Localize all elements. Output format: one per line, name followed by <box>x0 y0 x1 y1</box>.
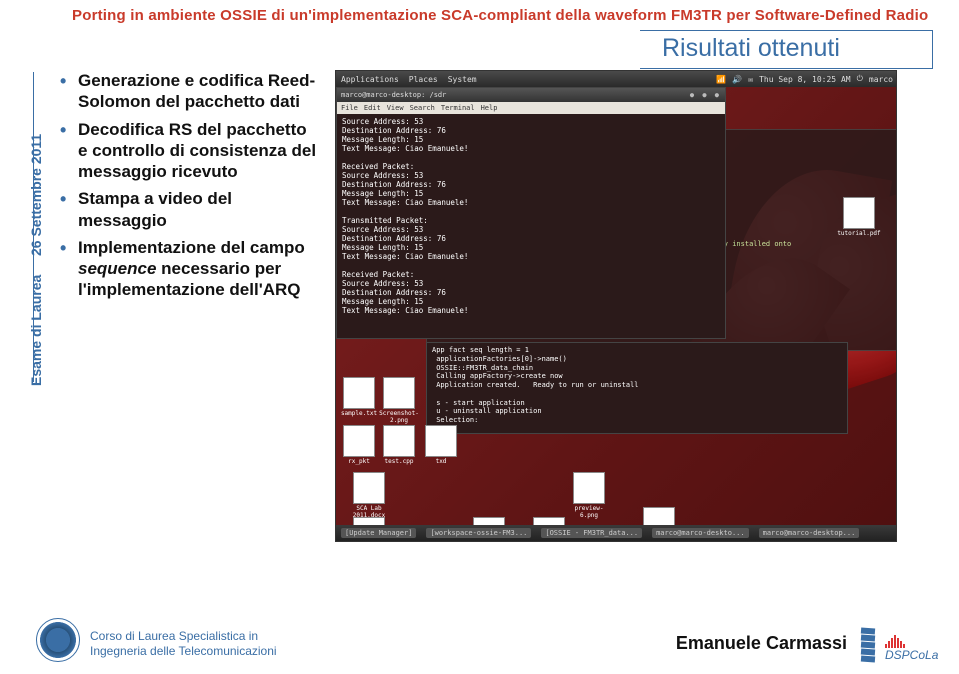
side-course: Esame di Laurea <box>28 275 44 386</box>
desktop-file-icon: preview-6.png <box>566 472 612 519</box>
desktop-file-icon: Screenshot-2.png <box>376 377 422 424</box>
menu-item: Search <box>410 104 435 112</box>
ubuntu-desktop: 1. /sdr/waveforms/ossie171/gil7 2. /sdr/… <box>336 87 896 525</box>
desktop-file-icon: txd <box>418 425 464 465</box>
slide-footer: Corso di Laurea Specialistica in Ingegne… <box>0 616 959 664</box>
menu-item: View <box>387 104 404 112</box>
power-icon: ⏻ <box>857 74 863 84</box>
ubuntu-screenshot: Applications Places System 📶 🔊 ✉ Thu Sep… <box>335 70 897 542</box>
vertical-divider <box>33 72 34 382</box>
desktop-file-icon: SCA Lab 2011.docx <box>346 472 392 519</box>
terminal-titlebar: marco@marco-desktop: /sdr ● ● ● <box>337 88 725 102</box>
logo-bars-icon <box>885 635 905 648</box>
nodehandler-terminal: App fact seq length = 1 applicationFacto… <box>426 342 848 434</box>
taskbar-button: marco@marco-deskto... <box>652 528 749 538</box>
window-controls: ● ● ● <box>690 91 721 99</box>
lab-name: DSPCoLa <box>885 649 938 661</box>
terminal-output: Source Address: 53 Destination Address: … <box>337 114 725 318</box>
clock: Thu Sep 8, 10:25 AM <box>759 75 851 84</box>
foreground-terminal: marco@marco-desktop: /sdr ● ● ● File Edi… <box>336 87 726 339</box>
menu-places: Places <box>409 75 438 84</box>
side-date: 26 Settembre 2011 <box>28 134 44 256</box>
vertical-labels: Esame di Laurea 26 Settembre 2011 <box>12 66 30 406</box>
indicator-icon: 🔊 <box>732 75 742 84</box>
taskbar-button: [workspace-ossie-FM3... <box>426 528 531 538</box>
terminal-title: marco@marco-desktop: /sdr <box>341 91 446 99</box>
terminal-menubar: File Edit View Search Terminal Help <box>337 102 725 114</box>
slide-title: Porting in ambiente OSSIE di un'implemen… <box>72 7 939 24</box>
bullet-item: Stampa a video del messaggio <box>60 188 320 231</box>
bullet-list: Generazione e codifica Reed-Solomon del … <box>60 70 320 307</box>
user-name: marco <box>869 75 893 84</box>
indicator-icon: 📶 <box>716 75 726 84</box>
taskbar-button: [OSSIE - FM3TR_data... <box>541 528 642 538</box>
footer-line2: Ingegneria delle Telecomunicazioni <box>90 644 277 658</box>
gnome-top-panel: Applications Places System 📶 🔊 ✉ Thu Sep… <box>336 71 896 87</box>
lab-logo: DSPCoLa <box>855 618 941 662</box>
section-heading: Risultati ottenuti <box>640 30 933 69</box>
author-name: Emanuele Carmassi <box>676 633 847 654</box>
desktop-file-icon: tutorial.pdf <box>836 197 882 237</box>
footer-course: Corso di Laurea Specialistica in Ingegne… <box>90 629 277 658</box>
menu-applications: Applications <box>341 75 399 84</box>
menu-item: Help <box>481 104 498 112</box>
menu-item: Terminal <box>441 104 475 112</box>
indicator-icon: ✉ <box>748 75 753 84</box>
footer-line1: Corso di Laurea Specialistica in <box>90 629 277 643</box>
menu-item: File <box>341 104 358 112</box>
desktop-file-icon: test.cpp <box>376 425 422 465</box>
nodehandler-output: App fact seq length = 1 applicationFacto… <box>427 343 847 428</box>
taskbar-button: marco@marco-desktop... <box>759 528 860 538</box>
university-crest-icon <box>36 618 80 662</box>
taskbar-button: [Update Manager] <box>341 528 416 538</box>
gnome-bottom-panel: [Update Manager] [workspace-ossie-FM3...… <box>336 525 896 541</box>
bullet-item: Generazione e codifica Reed-Solomon del … <box>60 70 320 113</box>
menu-item: Edit <box>364 104 381 112</box>
bullet-item: Implementazione del campo sequence neces… <box>60 237 320 301</box>
menu-system: System <box>448 75 477 84</box>
bullet-item: Decodifica RS del pacchetto e controllo … <box>60 119 320 183</box>
pisa-tower-icon <box>855 622 885 662</box>
